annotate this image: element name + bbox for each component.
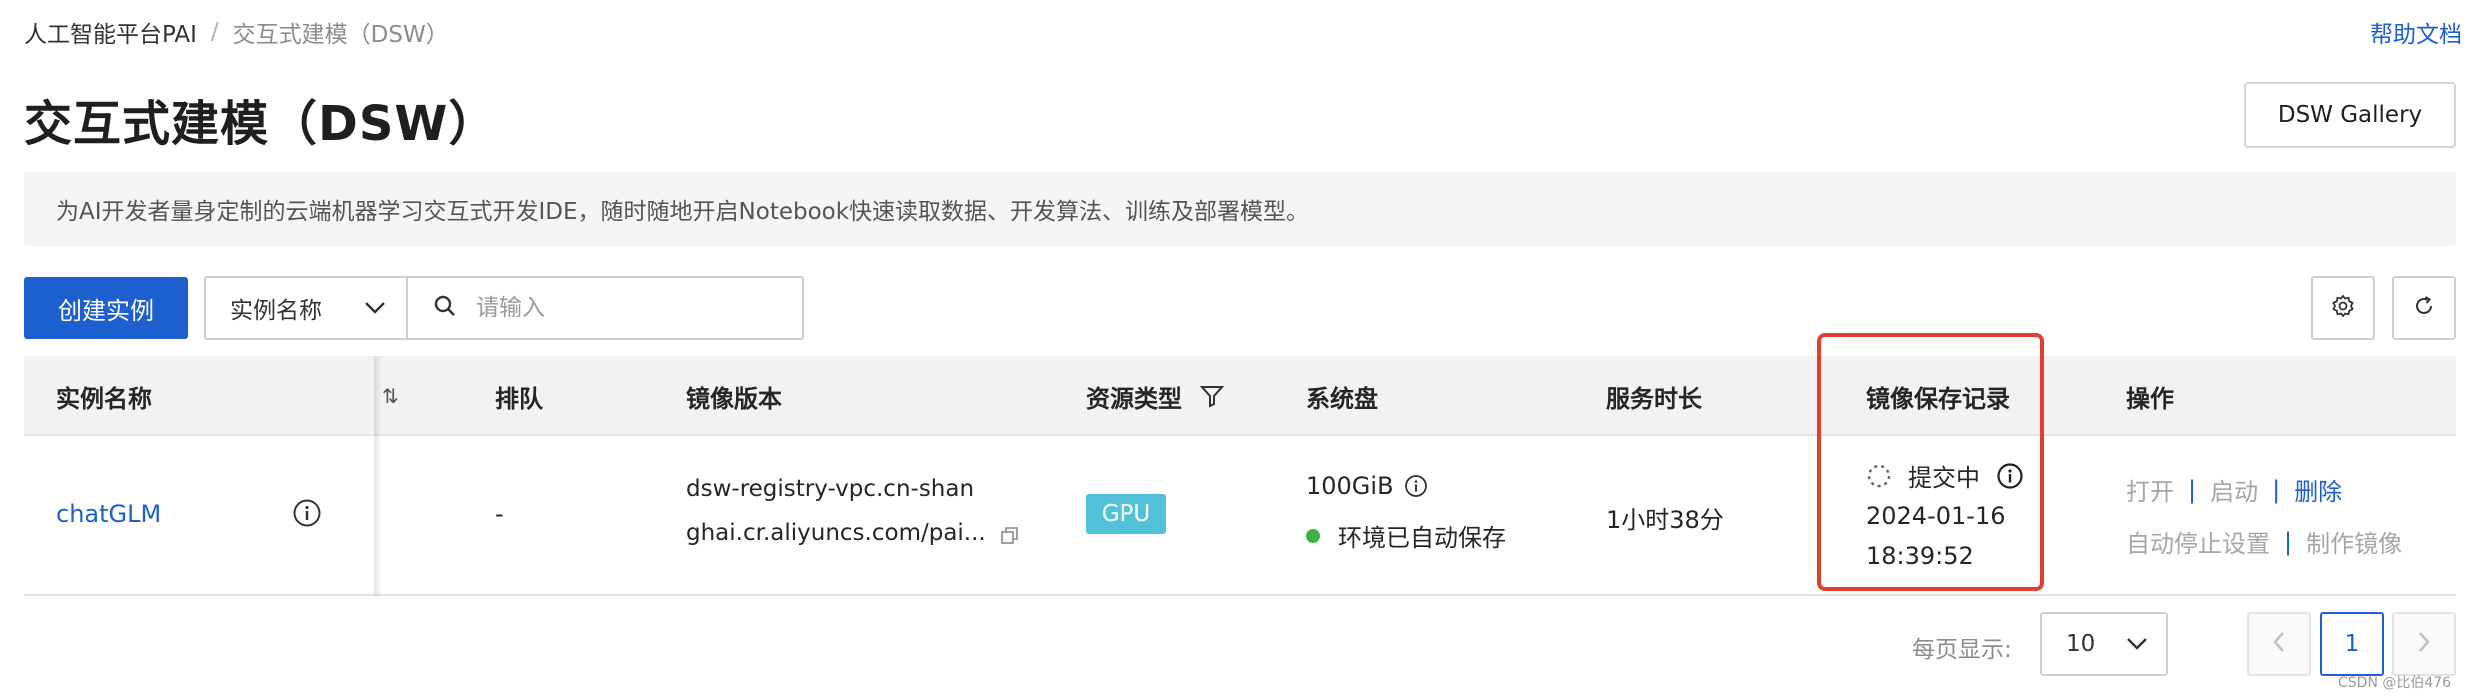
breadcrumb-separator: / <box>210 19 219 45</box>
sort-icon[interactable]: ⇅ <box>382 356 399 436</box>
chevron-down-icon <box>2126 631 2148 657</box>
loading-spinner-icon <box>1866 463 1892 489</box>
chevron-right-icon <box>2417 631 2431 657</box>
refresh-button[interactable] <box>2392 276 2456 340</box>
col-header-resource-label: 资源类型 <box>1086 384 1182 413</box>
per-page-label: 每页显示: <box>1912 637 2012 663</box>
chevron-left-icon <box>2272 631 2286 657</box>
disk-status-text: 环境已自动保存 <box>1338 524 1506 552</box>
status-dot <box>1306 528 1320 543</box>
col-header-image: 镜像版本 <box>686 384 782 413</box>
filter-icon[interactable] <box>1200 384 1224 408</box>
next-page-button[interactable] <box>2392 612 2456 676</box>
fixed-column-shadow-row <box>374 436 382 596</box>
disk-status: 环境已自动保存 <box>1306 518 1506 553</box>
col-header-ops: 操作 <box>2126 384 2174 413</box>
auto-stop-settings-action[interactable]: 自动停止设置 <box>2126 524 2270 559</box>
search-box <box>406 276 804 340</box>
breadcrumb-current: 交互式建模（DSW） <box>232 22 449 48</box>
gpu-tag: GPU <box>1086 494 1166 534</box>
create-instance-button[interactable]: 创建实例 <box>24 277 188 339</box>
table-header: 实例名称 ⇅ 排队 镜像版本 资源类型 系统盘 服务时长 镜像保存记录 操作 <box>24 356 2456 596</box>
ops-row-1: 打开 | 启动 | 删除 <box>2126 472 2342 507</box>
ops-separator: | <box>2188 475 2197 504</box>
breadcrumb: 人工智能平台PAI / 交互式建模（DSW） <box>24 14 449 50</box>
col-header-resource: 资源类型 <box>1086 356 1224 436</box>
search-field-select-value: 实例名称 <box>230 298 322 324</box>
dsw-gallery-button[interactable]: DSW Gallery <box>2244 82 2456 148</box>
image-save-date: 2024-01-16 <box>1866 502 2006 530</box>
disk-size-value: 100GiB <box>1306 472 1394 500</box>
service-duration: 1小时38分 <box>1606 506 1724 534</box>
help-docs-link[interactable]: 帮助文档 <box>2370 14 2462 50</box>
col-header-disk: 系统盘 <box>1306 384 1378 413</box>
chevron-down-icon <box>364 295 386 321</box>
make-image-action[interactable]: 制作镜像 <box>2306 524 2402 559</box>
search-icon <box>434 295 456 321</box>
ops-separator: | <box>2272 475 2281 504</box>
instance-name-link[interactable]: chatGLM <box>56 500 161 528</box>
delete-action[interactable]: 删除 <box>2294 472 2342 507</box>
col-header-queue: 排队 <box>495 384 543 413</box>
open-action[interactable]: 打开 <box>2126 472 2174 507</box>
refresh-icon <box>2412 294 2436 322</box>
breadcrumb-root[interactable]: 人工智能平台PAI <box>24 15 197 49</box>
image-version-line2: ghai.cr.aliyuncs.com/pai... <box>686 520 986 546</box>
image-save-status: 提交中 <box>1866 458 2024 493</box>
save-info-icon[interactable] <box>1996 462 2024 490</box>
disk-size: 100GiB <box>1306 472 1428 500</box>
page-description: 为AI开发者量身定制的云端机器学习交互式开发IDE，随时随地开启Notebook… <box>24 172 2456 246</box>
page-size-select[interactable]: 10 <box>2040 612 2168 676</box>
image-save-status-text: 提交中 <box>1908 464 1980 492</box>
search-field-select[interactable]: 实例名称 <box>204 276 408 340</box>
ops-row-2: 自动停止设置 | 制作镜像 <box>2126 524 2402 559</box>
info-icon[interactable] <box>292 498 322 534</box>
col-header-image-save: 镜像保存记录 <box>1866 384 2010 413</box>
start-action[interactable]: 启动 <box>2210 472 2258 507</box>
image-version-line1: dsw-registry-vpc.cn-shan <box>686 476 975 502</box>
queue-value: - <box>495 500 504 528</box>
col-header-duration: 服务时长 <box>1606 384 1702 413</box>
image-save-time: 18:39:52 <box>1866 542 1974 570</box>
page-1-button[interactable]: 1 <box>2320 612 2384 676</box>
disk-info-icon[interactable] <box>1404 474 1428 498</box>
resource-type-tag: GPU <box>1086 494 1166 534</box>
column-settings-button[interactable] <box>2311 276 2375 340</box>
page-size-value: 10 <box>2066 631 2096 657</box>
copy-icon[interactable] <box>1000 524 1020 552</box>
page-title: 交互式建模（DSW） <box>24 96 498 152</box>
watermark: CSDN @比伯476 <box>2338 675 2452 691</box>
table-row: chatGLM - dsw-registry-vpc.cn-shan ghai.… <box>24 436 2456 596</box>
gear-icon <box>2331 294 2355 322</box>
col-header-name: 实例名称 <box>56 384 152 413</box>
ops-separator: | <box>2284 527 2293 556</box>
prev-page-button[interactable] <box>2247 612 2311 676</box>
search-input[interactable] <box>476 295 776 321</box>
